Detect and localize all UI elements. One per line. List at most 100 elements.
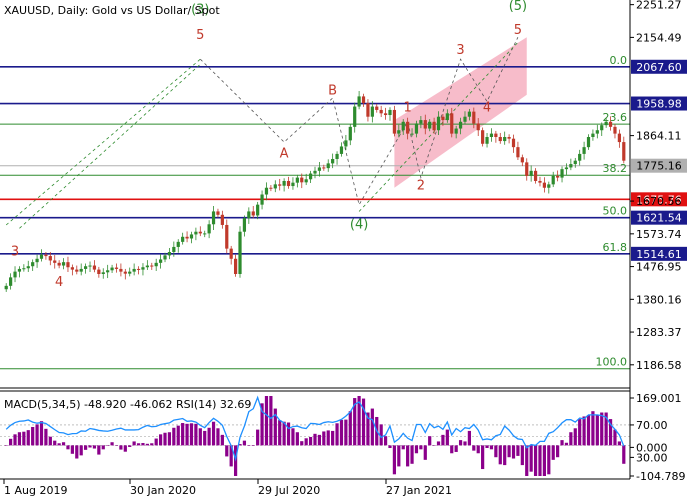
macd-histogram-bar — [507, 445, 511, 458]
candle-body — [406, 121, 410, 134]
macd-histogram-bar — [542, 445, 546, 476]
macd-histogram-bar — [101, 445, 105, 450]
candle-body — [476, 123, 480, 131]
candle-body — [551, 175, 555, 185]
candle-body — [242, 218, 247, 232]
candle-body — [185, 236, 189, 239]
candle-body — [538, 180, 542, 183]
candle-body — [163, 255, 167, 260]
candle-body — [564, 167, 569, 170]
macd-histogram-bar — [441, 434, 445, 446]
macd-histogram-bar — [348, 411, 352, 446]
candle-body — [26, 266, 30, 269]
price-tick-label-5: 1476.95 — [636, 261, 682, 274]
macd-histogram-bar — [481, 445, 485, 470]
fib-label-6: 50.0 — [603, 205, 628, 218]
macd-histogram-bar — [216, 428, 220, 446]
candle-body — [454, 128, 458, 134]
candle-body — [238, 231, 242, 275]
price-tick-label-3: 1670.56 — [636, 195, 682, 208]
macd-histogram-bar — [445, 429, 449, 446]
wave-label-12: (5) — [509, 0, 527, 14]
candle-body — [533, 170, 538, 181]
price-tag-3: 1775.16 — [636, 160, 682, 173]
candle-body — [331, 158, 335, 164]
candle-body — [181, 236, 185, 242]
macd-histogram-bar — [17, 432, 22, 446]
macd-histogram-bar — [564, 442, 569, 446]
macd-histogram-bar — [428, 436, 432, 446]
macd-histogram-bar — [525, 445, 529, 476]
candle-body — [432, 121, 436, 131]
macd-histogram-bar — [617, 441, 621, 446]
wave-label-0: 3 — [11, 244, 19, 259]
macd-histogram-bar — [4, 445, 8, 446]
macd-histogram-bar — [286, 422, 291, 446]
macd-histogram-bar — [388, 445, 392, 449]
macd-histogram-bar — [256, 429, 260, 446]
candle-body — [176, 241, 180, 247]
macd-histogram-bar — [551, 445, 555, 460]
macd-histogram-bar — [189, 423, 194, 446]
macd-histogram-bar — [92, 445, 97, 449]
candle-body — [485, 137, 489, 144]
macd-histogram-bar — [39, 421, 44, 446]
macd-tick-label-1: 70.00 — [636, 419, 668, 432]
macd-histogram-bar — [132, 441, 136, 446]
macd-histogram-bar — [383, 436, 388, 446]
macd-histogram-bar — [181, 423, 185, 446]
time-tick-label-0: 1 Aug 2019 — [4, 484, 67, 497]
price-tag-1: 1958.98 — [636, 98, 682, 111]
candle-body — [106, 270, 110, 273]
candle-body — [458, 121, 463, 129]
macd-histogram-bar — [242, 440, 247, 446]
macd-tick-label-3: 30.00 — [636, 451, 668, 464]
candle-body — [370, 106, 374, 117]
time-tick-label-1: 30 Jan 2020 — [130, 484, 196, 497]
macd-histogram-bar — [295, 432, 299, 446]
candle-body — [211, 211, 216, 225]
wave-label-11: 5 — [514, 23, 522, 38]
candle-body — [520, 157, 524, 163]
candle-body — [608, 121, 613, 127]
macd-histogram-bar — [591, 411, 595, 446]
candle-body — [273, 184, 277, 189]
macd-histogram-bar — [406, 445, 410, 467]
macd-histogram-bar — [88, 445, 92, 448]
macd-histogram-bar — [172, 427, 176, 446]
candle-body — [9, 277, 13, 286]
candle-body — [304, 179, 308, 183]
candle-body — [388, 109, 392, 116]
candle-body — [220, 214, 224, 225]
candle-body — [172, 246, 176, 253]
main-plot-area — [0, 0, 630, 388]
candle-body — [225, 224, 229, 249]
candle-body — [547, 184, 551, 188]
candle-body — [264, 187, 269, 195]
candle-body — [251, 211, 255, 216]
macd-histogram-bar — [53, 440, 57, 446]
macd-histogram-bar — [423, 445, 427, 460]
macd-histogram-bar — [264, 396, 269, 446]
candle-body — [61, 262, 66, 266]
macd-histogram-bar — [547, 445, 551, 475]
candle-body — [542, 182, 546, 188]
candle-body — [366, 103, 370, 117]
candle-body — [13, 271, 17, 278]
candle-body — [39, 254, 44, 259]
candle-body — [128, 271, 132, 274]
candle-body — [507, 137, 511, 139]
candle-body — [450, 113, 454, 134]
wave-label-7: 1 — [403, 101, 411, 116]
macd-histogram-bar — [278, 420, 282, 446]
candle-body — [295, 177, 299, 183]
macd-histogram-bar — [48, 436, 52, 446]
candle-body — [97, 269, 101, 275]
wave-label-9: 3 — [456, 43, 464, 58]
candle-body — [256, 204, 260, 216]
macd-histogram-bar — [128, 445, 132, 447]
macd-histogram-bar — [194, 423, 198, 446]
chart-title: XAUUSD, Daily: Gold vs US Dollar/ Spot — [4, 4, 220, 17]
candle-body — [291, 182, 295, 187]
candle-body — [591, 133, 595, 138]
